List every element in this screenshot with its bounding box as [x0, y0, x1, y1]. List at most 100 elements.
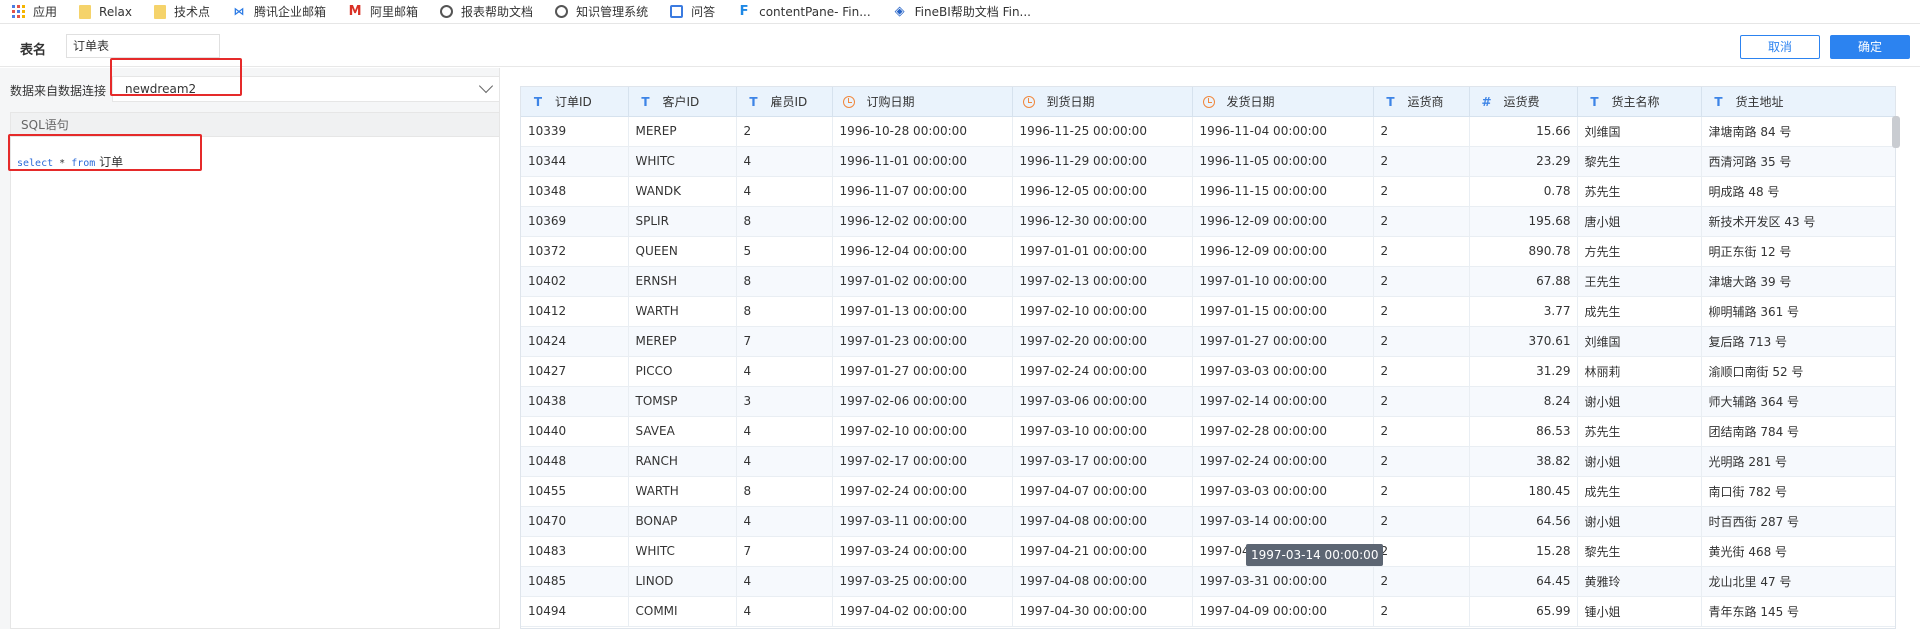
- table-cell[interactable]: 2: [1373, 326, 1470, 357]
- table-cell[interactable]: 7: [736, 536, 833, 567]
- table-cell[interactable]: 180.45: [1469, 476, 1578, 507]
- table-cell[interactable]: 4: [736, 176, 833, 207]
- table-cell[interactable]: 10369: [521, 206, 629, 237]
- table-cell[interactable]: 1997-02-14 00:00:00: [1192, 386, 1374, 417]
- table-cell[interactable]: WHITC: [628, 146, 737, 177]
- table-cell[interactable]: 4: [736, 416, 833, 447]
- table-cell[interactable]: 1997-02-17 00:00:00: [832, 446, 1013, 477]
- sql-code[interactable]: select * from 订单: [17, 153, 123, 170]
- table-cell[interactable]: 1996-12-30 00:00:00: [1012, 206, 1193, 237]
- table-cell[interactable]: 2: [1373, 116, 1470, 147]
- table-cell[interactable]: 津塘南路 84 号: [1701, 116, 1895, 147]
- table-cell[interactable]: 10448: [521, 446, 629, 477]
- table-row[interactable]: 10448 RANCH 4 1997-02-17 00:00:00 1997-03-17…: [521, 446, 1895, 477]
- column-header[interactable]: 发货日期: [1192, 87, 1374, 117]
- table-cell[interactable]: 1997-02-24 00:00:00: [1192, 446, 1374, 477]
- table-cell[interactable]: 谢小姐: [1577, 386, 1702, 417]
- table-name-input[interactable]: 订单表: [66, 34, 220, 58]
- table-cell[interactable]: 1997-03-24 00:00:00: [832, 536, 1013, 567]
- table-cell[interactable]: 1997-03-03 00:00:00: [1192, 356, 1374, 387]
- table-cell[interactable]: 1997-04-09 00:00:00: [1192, 596, 1374, 627]
- table-cell[interactable]: 刘维国: [1577, 116, 1702, 147]
- bookmark-item[interactable]: ⋈ 腾讯企业邮箱: [232, 0, 327, 24]
- table-cell[interactable]: WARTH: [628, 296, 737, 327]
- table-cell[interactable]: 1997-01-01 00:00:00: [1012, 236, 1193, 267]
- bookmark-item[interactable]: 问答: [670, 0, 715, 24]
- table-cell[interactable]: 2: [1373, 386, 1470, 417]
- table-cell[interactable]: 1997-02-10 00:00:00: [1012, 296, 1193, 327]
- table-cell[interactable]: 67.88: [1469, 266, 1578, 297]
- table-cell[interactable]: 1997-04-07 00:00:00: [1012, 476, 1193, 507]
- table-cell[interactable]: 林丽莉: [1577, 356, 1702, 387]
- table-cell[interactable]: 明正东街 12 号: [1701, 236, 1895, 267]
- table-cell[interactable]: 明成路 48 号: [1701, 176, 1895, 207]
- table-row[interactable]: 10485 LINOD 4 1997-03-25 00:00:00 1997-04-08…: [521, 566, 1895, 597]
- bookmark-item[interactable]: Relax: [79, 0, 132, 24]
- table-cell[interactable]: 8: [736, 266, 833, 297]
- table-cell[interactable]: 2: [1373, 566, 1470, 597]
- table-row[interactable]: 10372 QUEEN 5 1996-12-04 00:00:00 1997-01-01…: [521, 236, 1895, 267]
- column-header[interactable]: 订购日期: [832, 87, 1013, 117]
- table-cell[interactable]: 4: [736, 146, 833, 177]
- table-cell[interactable]: 4: [736, 356, 833, 387]
- table-cell[interactable]: 15.28: [1469, 536, 1578, 567]
- table-row[interactable]: 10427 PICCO 4 1997-01-27 00:00:00 1997-02-24…: [521, 356, 1895, 387]
- table-cell[interactable]: 2: [1373, 536, 1470, 567]
- table-cell[interactable]: BONAP: [628, 506, 737, 537]
- table-cell[interactable]: 1996-12-09 00:00:00: [1192, 236, 1374, 267]
- table-cell[interactable]: 7: [736, 326, 833, 357]
- table-cell[interactable]: 1997-01-15 00:00:00: [1192, 296, 1374, 327]
- table-cell[interactable]: 刘维国: [1577, 326, 1702, 357]
- table-cell[interactable]: 师大辅路 364 号: [1701, 386, 1895, 417]
- table-cell[interactable]: 1997-01-10 00:00:00: [1192, 266, 1374, 297]
- bookmark-item[interactable]: 应用: [12, 0, 57, 24]
- table-cell[interactable]: 4: [736, 506, 833, 537]
- table-cell[interactable]: SAVEA: [628, 416, 737, 447]
- table-cell[interactable]: 1997-04-21 00:00:00: [1012, 536, 1193, 567]
- table-cell[interactable]: 10348: [521, 176, 629, 207]
- column-header[interactable]: # 运货费: [1469, 87, 1578, 117]
- table-cell[interactable]: 谢小姐: [1577, 506, 1702, 537]
- connection-select[interactable]: newdream2: [112, 76, 500, 102]
- table-cell[interactable]: 光明路 281 号: [1701, 446, 1895, 477]
- table-cell[interactable]: 团结南路 784 号: [1701, 416, 1895, 447]
- table-cell[interactable]: SPLIR: [628, 206, 737, 237]
- table-cell[interactable]: MEREP: [628, 116, 737, 147]
- table-row[interactable]: 10440 SAVEA 4 1997-02-10 00:00:00 1997-03-10…: [521, 416, 1895, 447]
- table-cell[interactable]: 新技术开发区 43 号: [1701, 206, 1895, 237]
- cancel-button[interactable]: 取消: [1740, 35, 1820, 59]
- table-cell[interactable]: 31.29: [1469, 356, 1578, 387]
- table-cell[interactable]: 1997-02-10 00:00:00: [832, 416, 1013, 447]
- table-cell[interactable]: 10455: [521, 476, 629, 507]
- bookmark-item[interactable]: ◈ FineBI帮助文档 Fin...: [893, 0, 1031, 24]
- table-cell[interactable]: 苏先生: [1577, 416, 1702, 447]
- table-cell[interactable]: 复后路 713 号: [1701, 326, 1895, 357]
- table-cell[interactable]: 青年东路 145 号: [1701, 596, 1895, 627]
- table-cell[interactable]: 1997-03-06 00:00:00: [1012, 386, 1193, 417]
- table-row[interactable]: 10348 WANDK 4 1996-11-07 00:00:00 1996-12-05…: [521, 176, 1895, 207]
- table-cell[interactable]: 津塘大路 39 号: [1701, 266, 1895, 297]
- table-cell[interactable]: 1996-11-05 00:00:00: [1192, 146, 1374, 177]
- table-cell[interactable]: 10427: [521, 356, 629, 387]
- table-cell[interactable]: 2: [1373, 416, 1470, 447]
- table-cell[interactable]: 1997-03-31 00:00:00: [1192, 566, 1374, 597]
- table-cell[interactable]: COMMI: [628, 596, 737, 627]
- table-cell[interactable]: 2: [1373, 206, 1470, 237]
- table-cell[interactable]: 龙山北里 47 号: [1701, 566, 1895, 597]
- bookmark-item[interactable]: M 阿里邮箱: [348, 0, 418, 24]
- table-cell[interactable]: 10438: [521, 386, 629, 417]
- table-cell[interactable]: 1997-04-02 00:00:00: [832, 596, 1013, 627]
- bookmark-item[interactable]: 报表帮助文档: [440, 0, 533, 24]
- table-cell[interactable]: 1997-02-13 00:00:00: [1012, 266, 1193, 297]
- table-cell[interactable]: 王先生: [1577, 266, 1702, 297]
- table-cell[interactable]: 1996-11-29 00:00:00: [1012, 146, 1193, 177]
- table-cell[interactable]: 8: [736, 296, 833, 327]
- table-cell[interactable]: 黄光街 468 号: [1701, 536, 1895, 567]
- table-cell[interactable]: 1996-12-02 00:00:00: [832, 206, 1013, 237]
- table-cell[interactable]: WHITC: [628, 536, 737, 567]
- table-row[interactable]: 10369 SPLIR 8 1996-12-02 00:00:00 1996-12-30…: [521, 206, 1895, 237]
- table-cell[interactable]: 1996-11-04 00:00:00: [1192, 116, 1374, 147]
- table-cell[interactable]: 64.56: [1469, 506, 1578, 537]
- table-cell[interactable]: 10372: [521, 236, 629, 267]
- table-cell[interactable]: 86.53: [1469, 416, 1578, 447]
